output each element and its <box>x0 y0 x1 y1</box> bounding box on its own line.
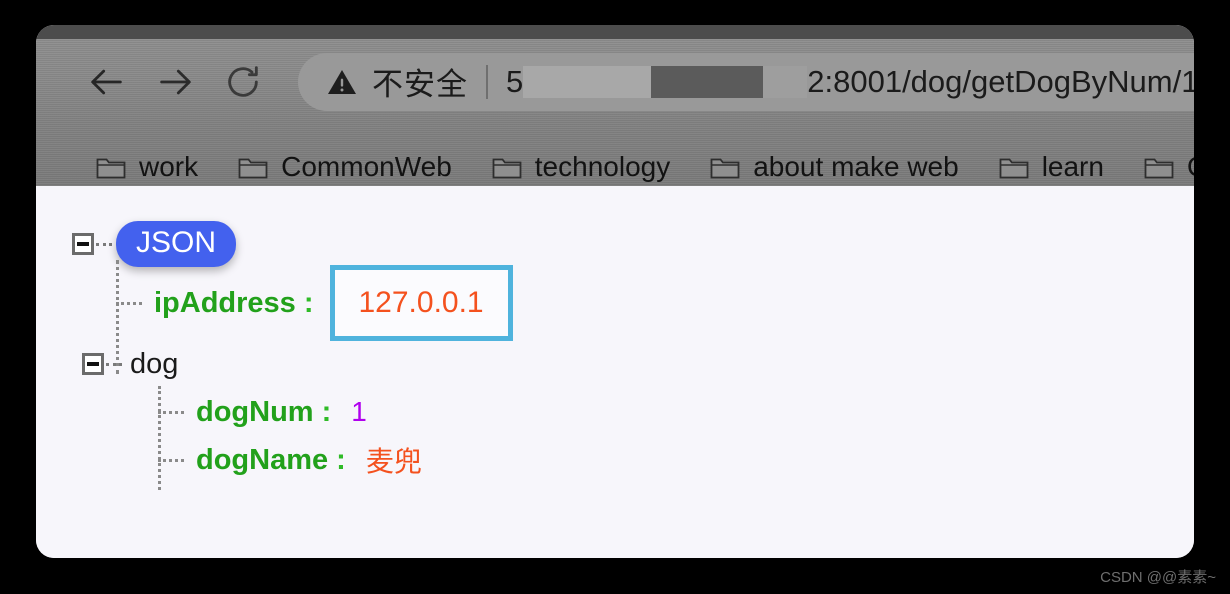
folder-icon <box>492 154 522 180</box>
json-node-label: dog <box>130 347 179 380</box>
json-entry-ipaddress: ipAddress : 127.0.0.1 <box>116 265 513 341</box>
json-root-badge[interactable]: JSON <box>116 220 237 268</box>
url-redaction-block <box>763 65 808 98</box>
json-colon: : <box>321 395 332 428</box>
json-root-children: ipAddress : 127.0.0.1 dog dogNum: 1 dog… <box>72 260 513 490</box>
folder-icon <box>238 154 268 180</box>
collapse-minus-icon[interactable] <box>82 353 104 375</box>
json-entry-dognum: dogNum : 1 <box>158 388 513 436</box>
json-value: 127.0.0.1 <box>358 286 484 319</box>
arrow-left-icon <box>87 62 127 102</box>
browser-toolbar: 不安全 5 2:8001/dog/getDogByNum/1 <box>36 39 1194 124</box>
bookmark-item-work[interactable]: work <box>96 151 198 183</box>
json-entry-dogname: dogName : 麦兜 <box>158 436 513 484</box>
json-tree: JSON ipAddress : 127.0.0.1 dog dogNum: … <box>72 220 513 490</box>
arrow-right-icon <box>155 62 195 102</box>
back-button[interactable] <box>80 55 134 109</box>
bookmark-label: Online <box>1187 151 1194 183</box>
url-text: 5 2:8001/dog/getDogByNum/1 <box>506 64 1194 100</box>
bookmark-item-technology[interactable]: technology <box>492 151 670 183</box>
folder-icon <box>710 154 740 180</box>
address-bar[interactable]: 不安全 5 2:8001/dog/getDogByNum/1 <box>298 52 1194 111</box>
bookmark-label: CommonWeb <box>281 151 452 182</box>
tab-strip <box>36 25 1194 39</box>
folder-icon <box>1144 154 1174 180</box>
highlight-box: 127.0.0.1 <box>329 265 513 341</box>
json-colon: : <box>336 443 346 476</box>
json-value: 麦兜 <box>365 446 422 477</box>
browser-chrome: 不安全 5 2:8001/dog/getDogByNum/1 work Comm… <box>36 25 1194 186</box>
url-redaction-block <box>523 65 652 98</box>
tree-connector <box>106 362 122 366</box>
bookmark-label: learn <box>1041 151 1104 182</box>
json-node-dog: dog <box>82 340 513 388</box>
json-colon: : <box>303 286 314 319</box>
bookmark-label: about make web <box>753 151 959 182</box>
reload-icon <box>223 62 263 102</box>
url-prefix: 5 <box>506 63 524 99</box>
tree-connector <box>158 458 184 462</box>
bookmark-item-online[interactable]: Online <box>1144 151 1194 183</box>
page-content: JSON ipAddress : 127.0.0.1 dog dogNum: … <box>36 186 1194 558</box>
url-redaction-block <box>651 65 764 98</box>
bookmark-label: work <box>139 151 199 182</box>
bookmark-label: technology <box>534 151 671 182</box>
folder-icon <box>999 154 1029 180</box>
folder-icon <box>96 154 126 180</box>
bookmark-item-learn[interactable]: learn <box>999 151 1104 183</box>
bookmark-item-about-make-web[interactable]: about make web <box>710 151 959 183</box>
json-key: dogName <box>196 443 329 476</box>
warning-triangle-icon[interactable] <box>326 66 358 98</box>
reload-button[interactable] <box>216 55 270 109</box>
json-key: ipAddress <box>154 286 296 319</box>
json-root-row: JSON <box>72 220 513 268</box>
tree-connector <box>96 242 112 246</box>
tree-connector <box>158 410 184 414</box>
bookmarks-bar: work CommonWeb technology about make web… <box>36 145 1194 189</box>
url-suffix: 2:8001/dog/getDogByNum/1 <box>807 63 1194 99</box>
forward-button[interactable] <box>148 55 202 109</box>
screenshot-root: 不安全 5 2:8001/dog/getDogByNum/1 work Comm… <box>0 0 1230 594</box>
tree-connector <box>116 301 142 305</box>
omnibox-divider <box>486 64 488 99</box>
json-node-dog-children: dogNum : 1 dogName : 麦兜 <box>116 386 513 490</box>
browser-window: 不安全 5 2:8001/dog/getDogByNum/1 work Comm… <box>36 25 1194 558</box>
bookmark-item-commonweb[interactable]: CommonWeb <box>238 151 452 183</box>
collapse-minus-icon[interactable] <box>72 233 94 255</box>
watermark: CSDN @@素素~ <box>1100 569 1216 586</box>
json-value: 1 <box>351 396 367 427</box>
json-key: dogNum <box>196 395 314 428</box>
security-status-label: 不安全 <box>372 67 468 102</box>
